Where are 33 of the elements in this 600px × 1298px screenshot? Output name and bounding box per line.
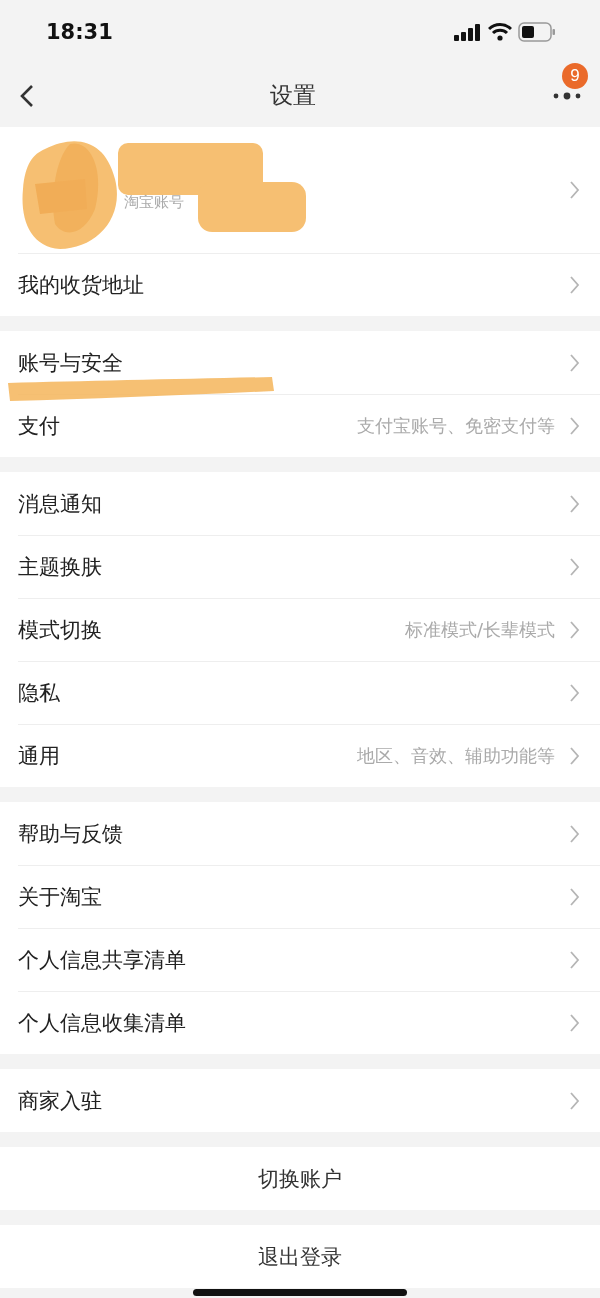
page-title: 设置 (270, 81, 316, 110)
settings-row[interactable]: 个人信息收集清单 (0, 991, 600, 1054)
row-label: 我的收货地址 (18, 271, 144, 299)
settings-row[interactable]: 通用 地区、音效、辅助功能等 (0, 724, 600, 787)
settings-row[interactable]: 我的收货地址 (0, 253, 600, 316)
row-label: 商家入驻 (18, 1087, 102, 1115)
row-label: 主题换肤 (18, 553, 102, 581)
row-label: 关于淘宝 (18, 883, 102, 911)
row-label: 支付 (18, 412, 60, 440)
row-label: 个人信息收集清单 (18, 1009, 186, 1037)
settings-row[interactable]: 主题换肤 (0, 535, 600, 598)
notification-badge: 9 (562, 62, 588, 89)
row-hint: 地区、音效、辅助功能等 (357, 743, 555, 768)
settings-row[interactable]: 模式切换 标准模式/长辈模式 (0, 598, 600, 661)
row-hint: 支付宝账号、免密支付等 (357, 413, 555, 438)
row-label: 隐私 (18, 679, 60, 707)
row-hint: 标准模式/长辈模式 (404, 617, 555, 642)
settings-row[interactable]: 隐私 (0, 661, 600, 724)
status-time: 18:31 (46, 20, 113, 44)
row-label: 帮助与反馈 (18, 820, 123, 848)
settings-row[interactable]: 帮助与反馈 (0, 802, 600, 865)
row-label: 模式切换 (18, 616, 102, 644)
row-label: 通用 (18, 742, 60, 770)
settings-row[interactable]: 关于淘宝 (0, 865, 600, 928)
settings-row[interactable]: 账号与安全 (0, 331, 600, 394)
row-label: 账号与安全 (18, 349, 123, 377)
settings-row[interactable]: 个人信息共享清单 (0, 928, 600, 991)
row-label: 消息通知 (18, 490, 102, 518)
settings-row[interactable]: 消息通知 (0, 472, 600, 535)
account-label: 淘宝账号 (124, 193, 184, 211)
settings-row[interactable]: 支付 支付宝账号、免密支付等 (0, 394, 600, 457)
settings-row[interactable]: 商家入驻 (0, 1069, 600, 1132)
row-label: 个人信息共享清单 (18, 946, 186, 974)
